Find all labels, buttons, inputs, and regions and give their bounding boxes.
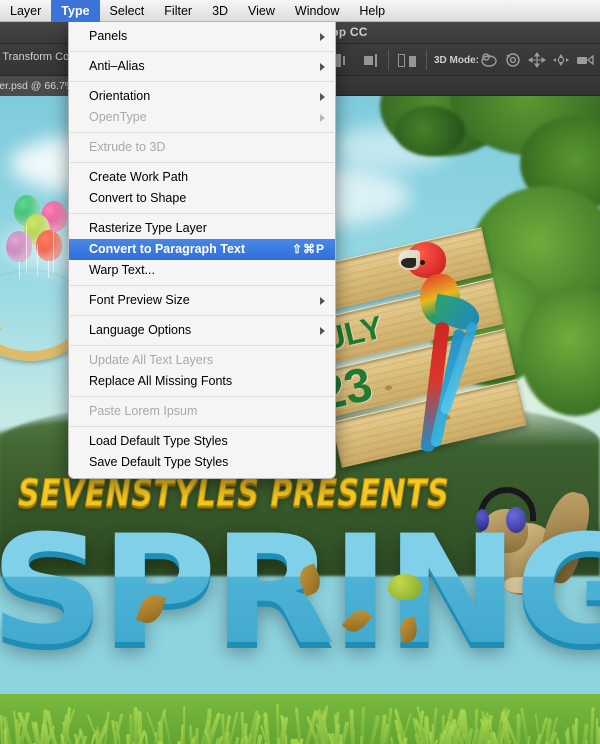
submenu-arrow-icon — [320, 93, 325, 101]
grass-blade — [349, 709, 356, 744]
menu-item-label: Convert to Shape — [89, 188, 186, 209]
menubar-item-filter[interactable]: Filter — [154, 0, 202, 22]
menu-item-label: Panels — [89, 26, 127, 47]
submenu-arrow-icon — [320, 63, 325, 71]
menu-item-label: Save Default Type Styles — [89, 452, 228, 473]
menu-item-label: Orientation — [89, 86, 150, 107]
menu-item-update-all-text-layers: Update All Text Layers — [69, 350, 335, 371]
menu-item-label: Paste Lorem Ipsum — [89, 401, 197, 422]
menu-item-opentype: OpenType — [69, 107, 335, 128]
menu-item-create-work-path[interactable]: Create Work Path — [69, 167, 335, 188]
toolbar-separator — [426, 50, 427, 70]
3d-drag-icon[interactable] — [528, 52, 546, 68]
parrot-eye — [420, 260, 425, 265]
3d-rotate-icon[interactable] — [480, 52, 498, 68]
menu-item-convert-to-paragraph-text[interactable]: Convert to Paragraph Text ⇧⌘P — [69, 239, 335, 260]
balloon-string — [53, 231, 54, 273]
menu-item-language-options[interactable]: Language Options — [69, 320, 335, 341]
menu-separator — [70, 285, 334, 286]
menu-separator — [70, 81, 334, 82]
menu-separator — [70, 132, 334, 133]
grass-foreground — [0, 694, 600, 744]
submenu-arrow-icon — [320, 297, 325, 305]
toolbar-separator — [388, 50, 389, 70]
align-right-edges-icon[interactable] — [364, 54, 378, 67]
menu-item-font-preview-size[interactable]: Font Preview Size — [69, 290, 335, 311]
menu-item-label: Update All Text Layers — [89, 350, 213, 371]
menu-separator — [70, 213, 334, 214]
menubar-item-view[interactable]: View — [238, 0, 285, 22]
menu-separator — [70, 426, 334, 427]
balloon — [36, 230, 62, 261]
poster-bigword-highlight: SPRING — [0, 516, 600, 666]
distribute-horizontal-icon[interactable] — [398, 54, 418, 67]
menu-separator — [70, 162, 334, 163]
type-menu-dropdown[interactable]: Panels Anti–Alias Orientation OpenType Extru… — [68, 22, 336, 479]
menu-separator — [70, 345, 334, 346]
menu-separator — [70, 51, 334, 52]
3d-slide-icon[interactable] — [552, 52, 570, 68]
menu-item-label: Extrude to 3D — [89, 137, 165, 158]
submenu-arrow-icon — [320, 114, 325, 122]
menubar-item-help[interactable]: Help — [349, 0, 395, 22]
balloon-string — [26, 225, 27, 273]
grass-blade — [183, 706, 185, 744]
3d-roll-icon[interactable] — [504, 52, 522, 68]
menu-item-panels[interactable]: Panels — [69, 26, 335, 47]
submenu-arrow-icon — [320, 33, 325, 41]
grass-blade — [516, 714, 520, 744]
3d-camera-icon[interactable] — [576, 52, 594, 68]
menu-separator — [70, 315, 334, 316]
balloon — [6, 231, 32, 262]
menu-item-paste-lorem-ipsum: Paste Lorem Ipsum — [69, 401, 335, 422]
menu-item-label: Replace All Missing Fonts — [89, 371, 232, 392]
grass-blade — [134, 707, 138, 744]
align-vertical-center-icon[interactable] — [336, 54, 350, 67]
menu-item-replace-all-missing-fonts[interactable]: Replace All Missing Fonts — [69, 371, 335, 392]
menu-item-label: Warp Text... — [89, 260, 155, 281]
parrot-beak-lower — [401, 258, 416, 268]
menubar-item-3d[interactable]: 3D — [202, 0, 238, 22]
photoshop-window: JULY 23 SEVENSTYLES PRESENTS SPRING CC T… — [0, 0, 600, 744]
menu-item-label: Anti–Alias — [89, 56, 145, 77]
parrot-illustration — [398, 236, 494, 466]
frog — [388, 574, 422, 600]
menu-item-anti-alias[interactable]: Anti–Alias — [69, 56, 335, 77]
menubar-item-layer[interactable]: Layer — [0, 0, 51, 22]
tree-canopy — [395, 106, 465, 156]
submenu-arrow-icon — [320, 327, 325, 335]
menu-item-rasterize-type-layer[interactable]: Rasterize Type Layer — [69, 218, 335, 239]
menu-item-label: Rasterize Type Layer — [89, 218, 207, 239]
menu-item-label: Language Options — [89, 320, 191, 341]
menu-item-shortcut: ⇧⌘P — [292, 239, 325, 260]
menu-item-extrude-to-3d: Extrude to 3D — [69, 137, 335, 158]
3d-mode-label: 3D Mode: — [434, 55, 479, 66]
menu-item-label: Font Preview Size — [89, 290, 190, 311]
menu-separator — [70, 396, 334, 397]
menu-item-label: Create Work Path — [89, 167, 188, 188]
menu-item-convert-to-shape[interactable]: Convert to Shape — [69, 188, 335, 209]
menu-item-save-default-type-styles[interactable]: Save Default Type Styles — [69, 452, 335, 473]
menu-item-label: Load Default Type Styles — [89, 431, 228, 452]
menu-item-orientation[interactable]: Orientation — [69, 86, 335, 107]
menubar-item-select[interactable]: Select — [100, 0, 155, 22]
grass-blade — [163, 710, 183, 744]
menu-item-label: Convert to Paragraph Text — [89, 239, 245, 260]
menu-bar[interactable]: Layer Type Select Filter 3D View Window Help — [0, 0, 600, 22]
menu-item-load-default-type-styles[interactable]: Load Default Type Styles — [69, 431, 335, 452]
menu-item-label: OpenType — [89, 107, 147, 128]
menubar-item-type[interactable]: Type — [51, 0, 99, 22]
menu-item-warp-text[interactable]: Warp Text... — [69, 260, 335, 281]
grass-blade — [195, 728, 198, 744]
menubar-item-window[interactable]: Window — [285, 0, 349, 22]
